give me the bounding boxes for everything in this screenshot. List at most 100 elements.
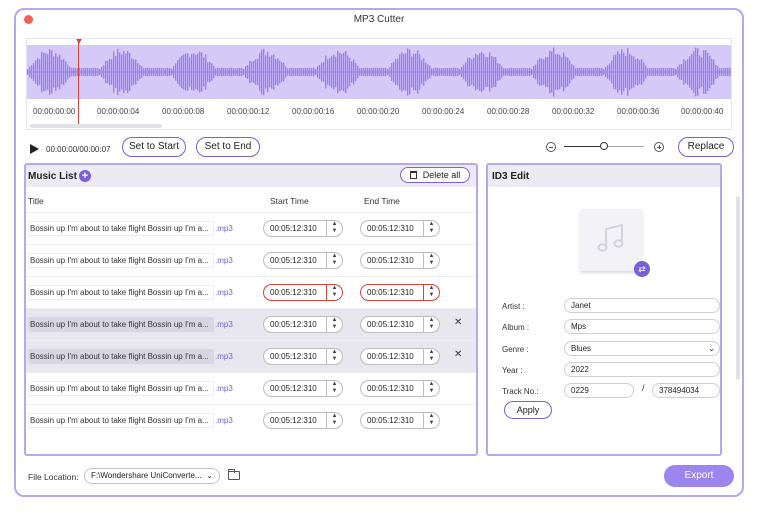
column-header-end-time: End Time xyxy=(364,196,400,206)
stepper-arrows-icon[interactable]: ▲ ▼ xyxy=(326,220,342,237)
stepper-arrows-icon[interactable]: ▲ ▼ xyxy=(423,252,439,269)
end-time-stepper[interactable]: 00:05:12:310 ▲ ▼ xyxy=(360,380,440,397)
stepper-arrows-icon[interactable]: ▲ ▼ xyxy=(326,348,342,365)
file-name-field[interactable]: Bossin up I'm about to take flight Bossi… xyxy=(28,349,214,364)
end-time-value: 00:05:12:310 xyxy=(367,288,414,297)
zoom-slider-fill xyxy=(564,146,604,147)
export-button[interactable]: Export xyxy=(664,465,734,487)
folder-icon[interactable] xyxy=(228,469,240,480)
end-time-value: 00:05:12:310 xyxy=(367,320,414,329)
genre-select[interactable]: Blues ⌄ xyxy=(564,341,720,356)
file-name-field[interactable]: Bossin up I'm about to take flight Bossi… xyxy=(28,253,214,268)
end-time-stepper-error[interactable]: 00:05:12:310 ▲ ▼ xyxy=(360,284,440,301)
file-extension: .mp3 xyxy=(215,416,233,425)
zoom-in-icon[interactable] xyxy=(654,142,664,152)
music-list-header: Music List + Delete all xyxy=(26,165,476,187)
artist-field[interactable]: Janet xyxy=(564,298,720,313)
trash-icon xyxy=(409,171,417,179)
album-cover[interactable] xyxy=(580,209,642,271)
music-list-panel: Music List + Delete all Title Start Time… xyxy=(24,163,478,456)
zoom-slider-handle[interactable] xyxy=(600,142,608,150)
table-row[interactable]: Bossin up I'm about to take flight Bossi… xyxy=(26,276,476,308)
file-location-select[interactable]: F:\Wondershare UniConverte... ⌄ xyxy=(84,468,220,484)
stepper-arrows-icon[interactable]: ▲ ▼ xyxy=(423,220,439,237)
start-time-value: 00:05:12:310 xyxy=(270,256,317,265)
file-name-field[interactable]: Bossin up I'm about to take flight Bossi… xyxy=(28,317,214,332)
artist-label: Artist : xyxy=(502,302,525,311)
file-name-field[interactable]: Bossin up I'm about to take flight Bossi… xyxy=(28,221,214,236)
start-time-stepper[interactable]: 00:05:12:310 ▲ ▼ xyxy=(263,380,343,397)
stepper-arrows-icon[interactable]: ▲ ▼ xyxy=(423,348,439,365)
stepper-arrows-icon[interactable]: ▲ ▼ xyxy=(423,284,439,301)
album-field[interactable]: Mps xyxy=(564,319,720,334)
tick-label: 00:00:00:12 xyxy=(227,107,270,116)
chevron-down-icon: ⌄ xyxy=(708,344,715,353)
tick-label: 00:00:00:16 xyxy=(292,107,335,116)
id3-edit-header: ID3 Edit xyxy=(488,165,720,187)
track-number-field[interactable]: 0229 xyxy=(564,383,634,398)
tick-label: 00:00:00:32 xyxy=(552,107,595,116)
start-time-stepper[interactable]: 00:05:12:310 ▲ ▼ xyxy=(263,348,343,365)
playhead-handle[interactable] xyxy=(75,39,83,44)
file-extension: .mp3 xyxy=(215,288,233,297)
start-time-stepper[interactable]: 00:05:12:310 ▲ ▼ xyxy=(263,220,343,237)
stepper-arrows-icon[interactable]: ▲ ▼ xyxy=(423,380,439,397)
table-row-selected[interactable]: Bossin up I'm about to take flight Bossi… xyxy=(26,308,476,340)
stepper-arrows-icon[interactable]: ▲ ▼ xyxy=(326,316,342,333)
footer-bar: File Location: F:\Wondershare UniConvert… xyxy=(16,462,742,495)
file-name-field[interactable]: Bossin up I'm about to take flight Bossi… xyxy=(28,285,214,300)
chevron-down-icon: ⌄ xyxy=(206,471,213,480)
end-time-stepper[interactable]: 00:05:12:310 ▲ ▼ xyxy=(360,348,440,365)
start-time-stepper-error[interactable]: 00:05:12:310 ▲ ▼ xyxy=(263,284,343,301)
table-row[interactable]: Bossin up I'm about to take flight Bossi… xyxy=(26,244,476,276)
table-row-selected[interactable]: Bossin up I'm about to take flight Bossi… xyxy=(26,340,476,372)
replace-button[interactable]: Replace xyxy=(678,137,734,157)
set-to-start-button[interactable]: Set to Start xyxy=(122,137,186,157)
stepper-arrows-icon[interactable]: ▲ ▼ xyxy=(423,316,439,333)
timeline-scrollbar[interactable] xyxy=(30,124,162,128)
end-time-value: 00:05:12:310 xyxy=(367,224,414,233)
table-row[interactable]: Bossin up I'm about to take flight Bossi… xyxy=(26,404,476,436)
stepper-arrows-icon[interactable]: ▲ ▼ xyxy=(326,412,342,429)
id3-scrollbar[interactable] xyxy=(736,196,740,380)
waveform-panel[interactable]: 00:00:00:00 00:00:00:04 00:00:00:08 00:0… xyxy=(26,38,732,130)
file-location-label: File Location: xyxy=(28,472,79,482)
end-time-value: 00:05:12:310 xyxy=(367,256,414,265)
set-to-end-button[interactable]: Set to End xyxy=(196,137,260,157)
replace-cover-icon[interactable]: ⇄ xyxy=(634,261,650,277)
id3-edit-panel: ID3 Edit ⇄ Artist : Janet Album : Mps Ge… xyxy=(486,163,722,456)
table-row[interactable]: Bossin up I'm about to take flight Bossi… xyxy=(26,212,476,244)
stepper-arrows-icon[interactable]: ▲ ▼ xyxy=(423,412,439,429)
end-time-stepper[interactable]: 00:05:12:310 ▲ ▼ xyxy=(360,252,440,269)
table-row[interactable]: Bossin up I'm about to take flight Bossi… xyxy=(26,372,476,404)
stepper-arrows-icon[interactable]: ▲ ▼ xyxy=(326,252,342,269)
stepper-arrows-icon[interactable]: ▲ ▼ xyxy=(326,284,342,301)
end-time-stepper[interactable]: 00:05:12:310 ▲ ▼ xyxy=(360,220,440,237)
end-time-stepper[interactable]: 00:05:12:310 ▲ ▼ xyxy=(360,316,440,333)
file-name-field[interactable]: Bossin up I'm about to take flight Bossi… xyxy=(28,381,214,396)
file-name-field[interactable]: Bossin up I'm about to take flight Bossi… xyxy=(28,413,214,428)
play-icon[interactable] xyxy=(30,144,39,154)
track-total-field[interactable]: 378494034 xyxy=(652,383,720,398)
add-music-icon[interactable]: + xyxy=(79,170,91,182)
stepper-arrows-icon[interactable]: ▲ ▼ xyxy=(326,380,342,397)
zoom-out-icon[interactable] xyxy=(546,142,556,152)
tick-label: 00:00:00:04 xyxy=(97,107,140,116)
year-field[interactable]: 2022 xyxy=(564,362,720,377)
start-time-stepper[interactable]: 00:05:12:310 ▲ ▼ xyxy=(263,412,343,429)
end-time-value: 00:05:12:310 xyxy=(367,384,414,393)
time-readout: 00:00:00/00:00:07 xyxy=(46,145,111,154)
apply-button[interactable]: Apply xyxy=(504,401,552,419)
start-time-stepper[interactable]: 00:05:12:310 ▲ ▼ xyxy=(263,252,343,269)
file-extension: .mp3 xyxy=(215,352,233,361)
window-title: MP3 Cutter xyxy=(353,14,405,25)
remove-row-icon[interactable]: ✕ xyxy=(454,349,462,360)
delete-all-button[interactable]: Delete all xyxy=(400,167,470,183)
end-time-stepper[interactable]: 00:05:12:310 ▲ ▼ xyxy=(360,412,440,429)
remove-row-icon[interactable]: ✕ xyxy=(454,317,462,328)
column-header-start-time: Start Time xyxy=(270,196,309,206)
tick-label: 00:00:00:28 xyxy=(487,107,530,116)
id3-edit-title: ID3 Edit xyxy=(492,171,530,182)
start-time-stepper[interactable]: 00:05:12:310 ▲ ▼ xyxy=(263,316,343,333)
start-time-value: 00:05:12:310 xyxy=(270,224,317,233)
